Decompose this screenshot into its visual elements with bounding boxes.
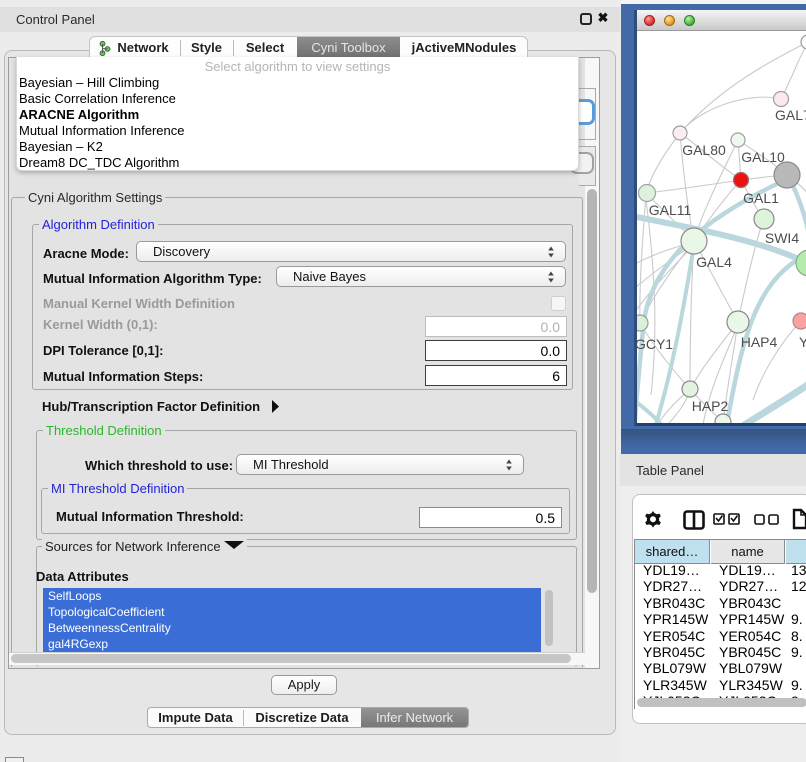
svg-text:GAL4: GAL4: [696, 254, 732, 270]
svg-text:GCY1: GCY1: [637, 336, 673, 352]
svg-text:GAL1: GAL1: [743, 190, 779, 206]
svg-text:SWI4: SWI4: [765, 230, 799, 246]
svg-text:GAL11: GAL11: [649, 202, 692, 218]
svg-text:HAP2: HAP2: [692, 398, 729, 414]
svg-text:Y: Y: [799, 334, 806, 350]
svg-text:GAL10: GAL10: [741, 149, 785, 165]
svg-text:GAL80: GAL80: [682, 142, 726, 158]
svg-text:HAP4: HAP4: [741, 334, 778, 350]
svg-text:GAL7: GAL7: [775, 107, 806, 123]
